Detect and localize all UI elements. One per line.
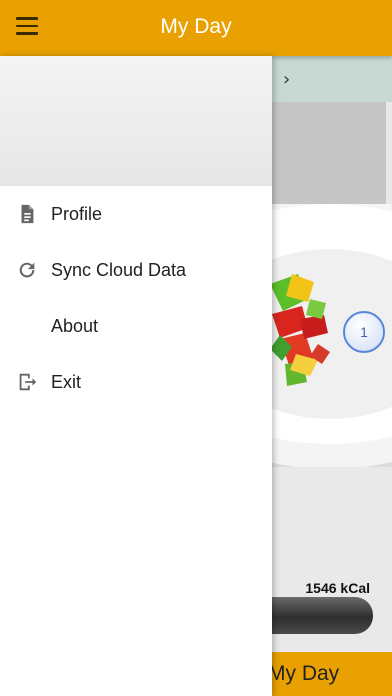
notification-badge[interactable]: 1 (343, 311, 385, 353)
app-title: My Day (160, 15, 232, 38)
calorie-total: 1546 kCal (305, 580, 370, 596)
drawer-item-exit[interactable]: Exit (0, 354, 272, 410)
drawer-item-label: Exit (51, 372, 82, 392)
document-icon (16, 203, 38, 225)
exit-icon (16, 371, 38, 393)
refresh-icon (16, 259, 38, 281)
drawer-header (0, 56, 272, 186)
drawer-item-profile[interactable]: Profile (0, 186, 272, 242)
drawer-item-about[interactable]: About (0, 298, 272, 354)
navigation-drawer: Profile Sync Cloud Data About Exit (0, 56, 272, 696)
drawer-item-label: About (51, 316, 99, 336)
drawer-item-label: Profile (51, 204, 103, 224)
drawer-item-sync-cloud-data[interactable]: Sync Cloud Data (0, 242, 272, 298)
app-bar: My Day (0, 0, 392, 56)
drawer-item-label: Sync Cloud Data (51, 260, 187, 280)
chevron-right-icon[interactable]: › (283, 69, 290, 90)
